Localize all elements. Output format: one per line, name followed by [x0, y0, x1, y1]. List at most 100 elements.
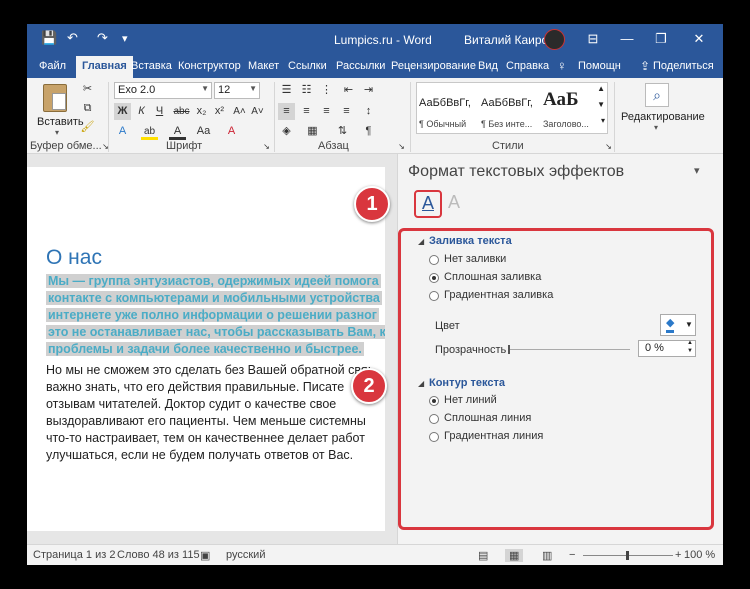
user-name[interactable]: Виталий Каиров [464, 33, 555, 47]
paste-button[interactable]: Вставить [37, 116, 84, 128]
share-icon[interactable]: ⇪ [640, 59, 650, 73]
clear-formatting-button[interactable]: A [223, 123, 240, 140]
zoom-level[interactable]: 100 % [684, 549, 715, 561]
page-count[interactable]: Страница 1 из 2 [33, 549, 115, 561]
style-heading1[interactable]: АаБ Заголово... [541, 83, 595, 133]
superscript-button[interactable]: x² [211, 103, 228, 120]
align-left-icon[interactable]: ≡ [278, 103, 295, 120]
borders-icon[interactable]: ▦ [304, 123, 321, 140]
text-fill-section[interactable]: Заливка текста [429, 235, 512, 247]
bold-button[interactable]: Ж [114, 103, 131, 120]
tab-home[interactable]: Главная [76, 56, 133, 78]
font-name-combo[interactable]: Exo 2.0 ▼ [114, 82, 212, 99]
transparency-input[interactable]: 0 % ▲ ▼ [638, 340, 696, 357]
minimize-button[interactable]: — [617, 29, 637, 49]
word-count[interactable]: Слово 48 из 115 [117, 549, 200, 561]
tab-layout[interactable]: Макет [248, 60, 279, 72]
text-effects-button[interactable]: A [114, 123, 131, 140]
scroll-up-icon[interactable]: ▲ [597, 84, 605, 93]
font-size-combo[interactable]: 12 ▼ [214, 82, 260, 99]
change-case-button[interactable]: Aa [195, 123, 212, 140]
grow-font-button[interactable]: A˄ [231, 103, 248, 120]
shading-icon[interactable]: ◈ [278, 123, 295, 140]
zoom-thumb[interactable] [626, 551, 629, 560]
collapse-triangle-icon[interactable]: ◢ [418, 237, 424, 246]
tab-insert[interactable]: Вставка [131, 60, 172, 72]
save-icon[interactable]: 💾 [41, 30, 57, 46]
text-effects-tab-icon[interactable]: A [448, 192, 460, 213]
document-page[interactable]: О нас Мы — группа энтузиастов, одержимых… [27, 167, 385, 531]
spin-down-icon[interactable]: ▼ [687, 348, 693, 354]
paragraph-launcher-icon[interactable]: ↘ [393, 138, 410, 155]
cut-icon[interactable]: ✂ [79, 81, 96, 98]
tab-references[interactable]: Ссылки [288, 60, 327, 72]
spin-up-icon[interactable]: ▲ [687, 340, 693, 346]
paste-dropdown-icon[interactable]: ▾ [55, 128, 59, 137]
clipboard-icon[interactable] [43, 84, 67, 112]
text-outline-section[interactable]: Контур текста [429, 377, 505, 389]
redo-icon[interactable]: ↷ [97, 30, 108, 46]
sort-icon[interactable]: ⇅ [334, 123, 351, 140]
print-layout-icon[interactable]: ▦ [505, 549, 524, 562]
radio-gradient-line[interactable] [429, 432, 439, 442]
proofing-icon[interactable]: ▣ [200, 549, 210, 562]
restore-button[interactable]: ❐ [651, 29, 671, 49]
tab-help[interactable]: Справка [506, 60, 549, 72]
radio-solid-line[interactable] [429, 414, 439, 424]
highlight-button[interactable]: ab [141, 123, 158, 140]
italic-button[interactable]: К [133, 103, 150, 120]
style-no-spacing[interactable]: АаБбВвГг, ¶ Без инте... [479, 83, 539, 133]
slider-thumb[interactable] [508, 345, 510, 354]
line-spacing-icon[interactable]: ↕ [360, 103, 377, 120]
text-fill-outline-tab[interactable]: A [414, 190, 442, 218]
more-styles-icon[interactable]: ▾ [601, 116, 605, 125]
tab-mailings[interactable]: Рассылки [336, 60, 385, 72]
clipboard-launcher-icon[interactable]: ↘ [97, 138, 114, 155]
subscript-button[interactable]: x₂ [193, 103, 210, 120]
multilevel-list-icon[interactable]: ⋮ [318, 82, 335, 99]
collapse-triangle-icon[interactable]: ◢ [418, 379, 424, 388]
tab-file[interactable]: Файл [39, 60, 66, 72]
radio-gradient-fill[interactable] [429, 291, 439, 301]
bullets-icon[interactable]: ☰ [278, 82, 295, 99]
tab-share[interactable]: Поделиться [653, 60, 714, 72]
radio-no-fill[interactable] [429, 255, 439, 265]
zoom-slider[interactable] [583, 551, 673, 560]
strikethrough-button[interactable]: abc [173, 103, 190, 120]
web-layout-icon[interactable]: ▥ [542, 549, 552, 562]
language-status[interactable]: русский [226, 549, 265, 561]
lightbulb-icon[interactable]: ♀ [557, 58, 567, 73]
ribbon-display-icon[interactable]: ⊟ [583, 29, 603, 49]
style-normal[interactable]: АаБбВвГг, ¶ Обычный [417, 83, 477, 133]
avatar[interactable] [544, 29, 565, 50]
color-picker-button[interactable]: ◆ ▼ [660, 314, 696, 336]
tab-design[interactable]: Конструктор [178, 60, 241, 72]
tab-tell-me[interactable]: Помощн [578, 60, 621, 72]
format-painter-icon[interactable]: 🖌 [79, 119, 96, 136]
align-right-icon[interactable]: ≡ [318, 103, 335, 120]
radio-solid-fill[interactable] [429, 273, 439, 283]
increase-indent-icon[interactable]: ⇥ [360, 82, 377, 99]
tab-review[interactable]: Рецензирование [391, 60, 476, 72]
underline-button[interactable]: Ч [151, 103, 168, 120]
scroll-down-icon[interactable]: ▼ [597, 100, 605, 109]
show-marks-button[interactable]: ¶ [360, 123, 377, 140]
pane-options-icon[interactable]: ▾ [694, 164, 700, 177]
shrink-font-button[interactable]: A˅ [249, 103, 266, 120]
decrease-indent-icon[interactable]: ⇤ [340, 82, 357, 99]
justify-icon[interactable]: ≡ [338, 103, 355, 120]
font-launcher-icon[interactable]: ↘ [258, 138, 275, 155]
align-center-icon[interactable]: ≡ [298, 103, 315, 120]
zoom-out-button[interactable]: − [569, 549, 575, 561]
zoom-in-button[interactable]: + [675, 549, 681, 561]
transparency-slider[interactable] [508, 345, 630, 354]
font-color-button[interactable]: A [169, 123, 186, 140]
editing-button[interactable]: ⌕ [645, 83, 669, 107]
numbering-icon[interactable]: ☷ [298, 82, 315, 99]
close-button[interactable]: ✕ [689, 29, 709, 49]
undo-icon[interactable]: ↶ [67, 30, 78, 46]
copy-icon[interactable]: ⧉ [79, 100, 96, 117]
read-mode-icon[interactable]: ▤ [478, 549, 488, 562]
tab-view[interactable]: Вид [478, 60, 498, 72]
radio-no-line[interactable] [429, 396, 439, 406]
